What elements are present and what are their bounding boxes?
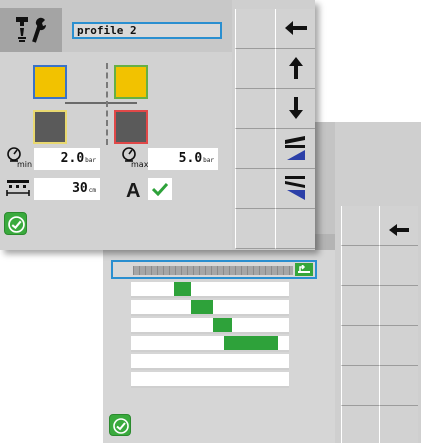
soft-key-left-5[interactable] — [235, 169, 276, 209]
auto-mode-label: A — [126, 180, 141, 202]
down-button[interactable] — [275, 89, 315, 129]
back-button-secondary[interactable] — [379, 206, 418, 246]
boom-raise-icon — [285, 136, 305, 160]
up-button[interactable] — [275, 49, 315, 89]
soft-key-left-6[interactable] — [235, 209, 276, 249]
timeline-block — [191, 300, 214, 314]
min-pressure-field[interactable]: 2.0bar — [34, 148, 100, 170]
boom-lower-button[interactable] — [275, 169, 315, 209]
min-pressure-value: 2.0 — [60, 151, 85, 166]
soft-key-left-3[interactable] — [235, 89, 276, 129]
min-label: min — [17, 160, 33, 169]
timeline-block — [224, 336, 278, 350]
section-dark-right[interactable] — [114, 110, 148, 144]
section-yellow-right[interactable] — [114, 65, 148, 99]
soft-key-right-5[interactable] — [379, 366, 418, 406]
spacing-field[interactable]: 30cm — [34, 178, 100, 200]
divider-line — [65, 102, 137, 104]
soft-key-left-5[interactable] — [341, 366, 380, 406]
timeline-scale-ticks — [133, 266, 293, 275]
auto-mode-checkbox[interactable] — [148, 178, 172, 200]
ok-button-secondary[interactable] — [109, 414, 131, 436]
timeline-row[interactable] — [131, 372, 289, 388]
timeline-row[interactable] — [131, 318, 289, 334]
spacing-value: 30 — [72, 181, 88, 196]
soft-key-right-3[interactable] — [379, 286, 418, 326]
max-label: max — [131, 160, 149, 169]
min-pressure-unit: bar — [85, 157, 96, 164]
soft-key-left-6[interactable] — [341, 406, 380, 443]
soft-key-right-6[interactable] — [275, 209, 315, 249]
timeline-row[interactable] — [131, 300, 289, 316]
timeline-scale-bar[interactable] — [111, 260, 317, 279]
soft-key-left-1[interactable] — [341, 206, 380, 246]
checkmark-circle-icon — [8, 216, 25, 233]
timeline-row[interactable] — [131, 336, 289, 352]
tool-settings-icon — [16, 17, 47, 43]
arrow-left-icon — [285, 21, 307, 35]
soft-key-right-4[interactable] — [379, 326, 418, 366]
soft-key-right-2[interactable] — [379, 246, 418, 286]
boom-lower-icon — [285, 176, 305, 200]
profile-settings-screen: profile 2 min 2.0bar max 5.0bar 30cm A — [0, 0, 315, 250]
profile-name-input[interactable]: profile 2 — [72, 22, 222, 39]
soft-key-right-6[interactable] — [379, 406, 418, 443]
soft-key-left-2[interactable] — [235, 49, 276, 89]
tool-settings-tab[interactable] — [0, 8, 62, 52]
section-dark-left[interactable] — [33, 110, 67, 144]
ok-button[interactable] — [4, 212, 27, 235]
timeline-block — [173, 282, 192, 296]
dashed-divider — [106, 63, 108, 145]
timeline-row[interactable] — [131, 282, 289, 298]
timeline-row[interactable] — [131, 354, 289, 370]
back-button[interactable] — [275, 9, 315, 49]
spacing-unit: cm — [88, 187, 96, 194]
arrow-up-icon — [289, 57, 303, 79]
timeline-block — [213, 318, 233, 332]
soft-key-left-4[interactable] — [235, 129, 276, 169]
zoom-icon[interactable] — [295, 263, 313, 276]
checkmark-icon — [152, 182, 168, 196]
soft-key-left-3[interactable] — [341, 286, 380, 326]
boom-raise-button[interactable] — [275, 129, 315, 169]
soft-key-left-2[interactable] — [341, 246, 380, 286]
max-pressure-value: 5.0 — [178, 151, 203, 166]
section-yellow-left[interactable] — [33, 65, 67, 99]
nozzle-spacing-icon — [6, 180, 30, 196]
max-pressure-unit: bar — [203, 157, 214, 164]
soft-key-left-4[interactable] — [341, 326, 380, 366]
arrow-down-icon — [289, 97, 303, 119]
max-pressure-field[interactable]: 5.0bar — [148, 148, 218, 170]
soft-key-left-1[interactable] — [235, 9, 276, 49]
